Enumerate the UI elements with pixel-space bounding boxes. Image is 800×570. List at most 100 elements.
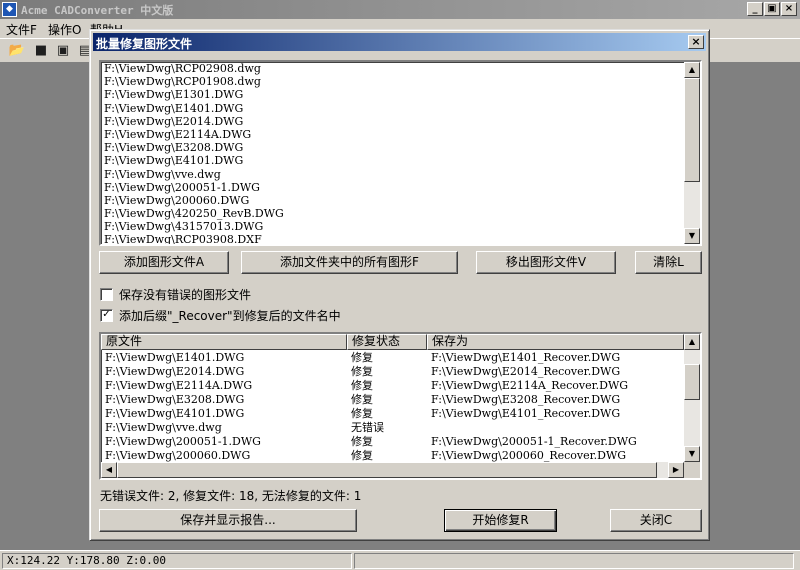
table-row[interactable]: F:\ViewDwg\200051-1.DWG 修复 F:\ViewDwg\2000…: [101, 435, 682, 449]
scroll-down-icon[interactable]: ▼: [684, 446, 700, 462]
app-titlebar: ◆ Acme CADConverter 中文版 _ ▣ ×: [0, 0, 800, 19]
file-list-item[interactable]: F:\ViewDwg\43157013.DWG: [101, 220, 700, 233]
close-button[interactable]: 关闭C: [610, 509, 702, 532]
save-no-error-checkbox[interactable]: [100, 287, 113, 301]
scroll-thumb[interactable]: [684, 364, 700, 400]
app-title: Acme CADConverter 中文版: [21, 4, 174, 17]
status-cell: 修复: [351, 351, 373, 364]
table-row[interactable]: F:\ViewDwg\E4101.DWG 修复 F:\ViewDwg\E4101_R…: [101, 407, 682, 421]
saved-as-cell: F:\ViewDwg\E3208_Recover.DWG: [431, 393, 621, 406]
dialog-titlebar[interactable]: 批量修复图形文件 ×: [93, 33, 706, 51]
scroll-corner: [684, 462, 700, 478]
scroll-left-icon[interactable]: ◀: [101, 462, 117, 478]
hscroll-thumb[interactable]: [117, 462, 657, 478]
add-suffix-label: 添加后缀"_Recover"到修复后的文件名中: [119, 308, 341, 323]
file-list-item[interactable]: F:\ViewDwg\vve.dwg: [101, 168, 700, 181]
file-list-item[interactable]: F:\ViewDwg\E2014.DWG: [101, 115, 700, 128]
batch-repair-dialog: 批量修复图形文件 × F:\ViewDwg\RCP02908.dwg F:\Vie…: [89, 29, 710, 541]
results-header: 原文件 修复状态 保存为: [101, 334, 684, 350]
save-no-error-label: 保存没有错误的图形文件: [119, 287, 252, 302]
source-cell: F:\ViewDwg\E4101.DWG: [105, 407, 245, 420]
menu-file[interactable]: 文件F: [6, 21, 37, 38]
saved-as-cell: F:\ViewDwg\200051-1_Recover.DWG: [431, 435, 637, 448]
scroll-thumb[interactable]: [684, 78, 700, 182]
dialog-title: 批量修复图形文件: [96, 37, 193, 51]
dialog-close-button[interactable]: ×: [688, 35, 704, 49]
scroll-up-icon[interactable]: ▲: [684, 62, 700, 78]
scroll-up-icon[interactable]: ▲: [684, 334, 700, 350]
saved-as-cell: F:\ViewDwg\E1401_Recover.DWG: [431, 351, 621, 364]
save-no-error-option[interactable]: 保存没有错误的图形文件: [100, 286, 251, 302]
add-suffix-checkbox[interactable]: ✓: [100, 308, 113, 322]
saved-as-cell: F:\ViewDwg\E4101_Recover.DWG: [431, 407, 621, 420]
source-cell: F:\ViewDwg\E3208.DWG: [105, 393, 245, 406]
save-report-button[interactable]: 保存并显示报告...: [99, 509, 357, 532]
source-cell: F:\ViewDwg\E2014.DWG: [105, 365, 245, 378]
scroll-right-icon[interactable]: ▶: [668, 462, 684, 478]
status-cell: 修复: [351, 407, 373, 420]
source-cell: F:\ViewDwg\200060.DWG: [105, 449, 251, 462]
file-list-item[interactable]: F:\ViewDwg\E1401.DWG: [101, 102, 700, 115]
table-row[interactable]: F:\ViewDwg\E2014.DWG 修复 F:\ViewDwg\E2014_R…: [101, 365, 682, 379]
results-rows: F:\ViewDwg\E1401.DWG 修复 F:\ViewDwg\E1401_R…: [101, 351, 682, 463]
file-list[interactable]: F:\ViewDwg\RCP02908.dwg F:\ViewDwg\RCP019…: [99, 60, 702, 246]
summary-text: 无错误文件: 2, 修复文件: 18, 无法修复的文件: 1: [100, 489, 362, 503]
save-icon[interactable]: ■: [32, 42, 50, 60]
statusbar: X:124.22 Y:178.80 Z:0.00: [0, 550, 800, 570]
file-list-item[interactable]: F:\ViewDwg\RCP02908.dwg: [101, 62, 700, 75]
save-as-icon[interactable]: ▣: [54, 42, 72, 60]
status-cell: 无错误: [351, 421, 384, 434]
column-status[interactable]: 修复状态: [347, 334, 427, 350]
status-cell: 修复: [351, 435, 373, 448]
results-hscrollbar[interactable]: ◀ ▶: [101, 462, 684, 478]
table-row[interactable]: F:\ViewDwg\E2114A.DWG 修复 F:\ViewDwg\E2114A…: [101, 379, 682, 393]
clear-button[interactable]: 清除L: [635, 251, 702, 274]
file-list-item[interactable]: F:\ViewDwg\RCP03908.DXF: [101, 233, 700, 244]
file-list-item[interactable]: F:\ViewDwg\E2114A.DWG: [101, 128, 700, 141]
source-cell: F:\ViewDwg\E1401.DWG: [105, 351, 245, 364]
app-icon: ◆: [2, 2, 17, 17]
status-cell: 修复: [351, 365, 373, 378]
window-controls: _ ▣ ×: [747, 2, 797, 16]
status-cell: 修复: [351, 393, 373, 406]
saved-as-cell: F:\ViewDwg\200060_Recover.DWG: [431, 449, 627, 462]
scroll-down-icon[interactable]: ▼: [684, 228, 700, 244]
start-repair-button[interactable]: 开始修复R: [444, 509, 557, 532]
add-suffix-option[interactable]: ✓ 添加后缀"_Recover"到修复后的文件名中: [100, 307, 341, 323]
open-folder-icon[interactable]: 📂: [8, 42, 26, 60]
saved-as-cell: F:\ViewDwg\E2114A_Recover.DWG: [431, 379, 629, 392]
menu-operation[interactable]: 操作O: [48, 21, 81, 38]
add-folder-button[interactable]: 添加文件夹中的所有图形F: [241, 251, 458, 274]
table-row[interactable]: F:\ViewDwg\E1401.DWG 修复 F:\ViewDwg\E1401_R…: [101, 351, 682, 365]
file-list-item[interactable]: F:\ViewDwg\200051-1.DWG: [101, 181, 700, 194]
file-list-item[interactable]: F:\ViewDwg\E3208.DWG: [101, 141, 700, 154]
source-cell: F:\ViewDwg\E2114A.DWG: [105, 379, 253, 392]
status-cell-empty: [354, 553, 794, 569]
file-list-item[interactable]: F:\ViewDwg\420250_RevB.DWG: [101, 207, 700, 220]
table-row[interactable]: F:\ViewDwg\E3208.DWG 修复 F:\ViewDwg\E3208_R…: [101, 393, 682, 407]
file-list-item[interactable]: F:\ViewDwg\200060.DWG: [101, 194, 700, 207]
status-cell: 修复: [351, 379, 373, 392]
file-list-item[interactable]: F:\ViewDwg\E4101.DWG: [101, 154, 700, 167]
coordinates-readout: X:124.22 Y:178.80 Z:0.00: [2, 553, 352, 569]
table-row[interactable]: F:\ViewDwg\200060.DWG 修复 F:\ViewDwg\200060…: [101, 449, 682, 463]
restore-button[interactable]: ▣: [764, 2, 780, 16]
app-close-button[interactable]: ×: [781, 2, 797, 16]
source-cell: F:\ViewDwg\200051-1.DWG: [105, 435, 261, 448]
status-cell: 修复: [351, 449, 373, 462]
remove-file-button[interactable]: 移出图形文件V: [476, 251, 616, 274]
results-table[interactable]: 原文件 修复状态 保存为 F:\ViewDwg\E1401.DWG 修复 F:\Vi…: [99, 332, 702, 480]
file-list-rows: F:\ViewDwg\RCP02908.dwg F:\ViewDwg\RCP019…: [101, 62, 700, 244]
file-list-item[interactable]: F:\ViewDwg\RCP01908.dwg: [101, 75, 700, 88]
file-list-item[interactable]: F:\ViewDwg\E1301.DWG: [101, 88, 700, 101]
minimize-button[interactable]: _: [747, 2, 763, 16]
column-saved-as[interactable]: 保存为: [427, 334, 684, 350]
saved-as-cell: [427, 421, 682, 435]
results-vscrollbar[interactable]: ▲ ▼: [684, 334, 700, 462]
table-row[interactable]: F:\ViewDwg\vve.dwg 无错误: [101, 421, 682, 435]
column-source[interactable]: 原文件: [101, 334, 347, 350]
add-file-button[interactable]: 添加图形文件A: [99, 251, 229, 274]
saved-as-cell: F:\ViewDwg\E2014_Recover.DWG: [431, 365, 621, 378]
source-cell: F:\ViewDwg\vve.dwg: [105, 421, 222, 434]
file-list-scrollbar[interactable]: ▲ ▼: [684, 62, 700, 244]
